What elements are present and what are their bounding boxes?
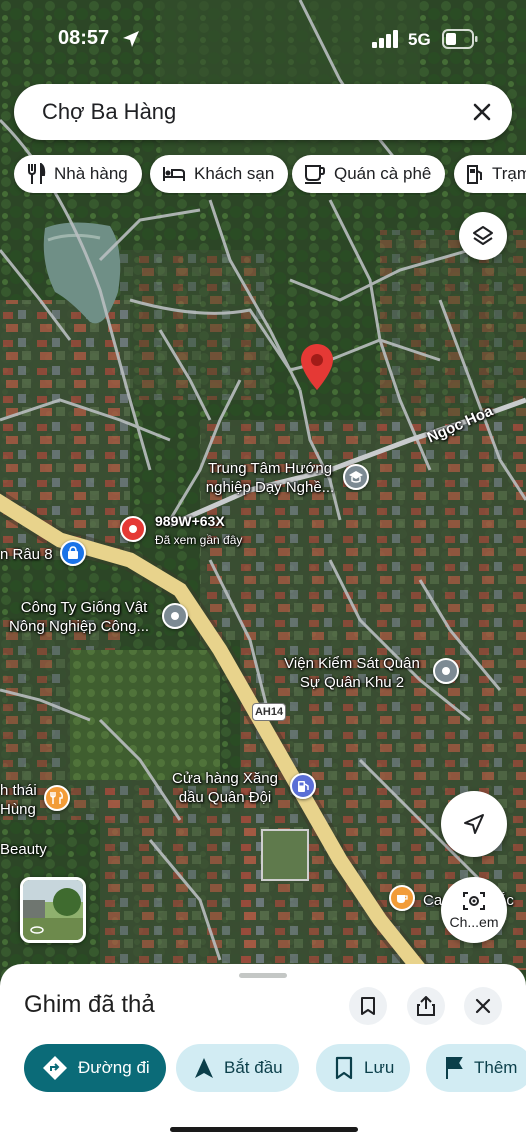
- start-label: Bắt đầu: [224, 1058, 283, 1077]
- flag-icon: [446, 1057, 463, 1079]
- chip-label: Quán cà phê: [334, 164, 432, 183]
- share-icon: [417, 996, 435, 1016]
- camera-lens-icon: [463, 892, 485, 910]
- training-center-line2: nghiệp Dạy Nghề...: [205, 479, 335, 496]
- recent-place-pin-icon[interactable]: [120, 516, 146, 542]
- gas-station-poi-icon[interactable]: [290, 773, 316, 799]
- sheet-drag-handle[interactable]: [239, 973, 287, 978]
- status-bar: 08:57 5G: [0, 0, 526, 80]
- rotate-360-icon: [30, 926, 44, 934]
- home-indicator: [170, 1127, 358, 1132]
- place-label-seed-company[interactable]: Công Ty Giống Vật Nông Nghiệp Công...: [0, 598, 158, 636]
- place-bottom-sheet[interactable]: Ghim đã thả Đường đi Bắt đầu Lưu Thêm: [0, 964, 526, 1142]
- place-label-procuracy[interactable]: Viện Kiểm Sát Quân Sự Quân Khu 2: [273, 654, 431, 692]
- search-bar[interactable]: Chợ Ba Hàng: [14, 84, 512, 140]
- fork-knife-icon: [28, 163, 46, 184]
- procuracy-line1: Viện Kiểm Sát Quân: [284, 655, 420, 672]
- place-label-plus-code[interactable]: 989W+63X Đã xem gần đây: [155, 512, 242, 550]
- share-button[interactable]: [407, 987, 445, 1025]
- seed-company-line1: Công Ty Giống Vật: [20, 599, 148, 616]
- chip-gas[interactable]: Trạm: [454, 155, 526, 193]
- place-label-rau8[interactable]: n Râu 8: [0, 545, 53, 564]
- dropped-pin-marker[interactable]: [301, 344, 333, 392]
- bookmark-icon: [335, 1056, 353, 1080]
- chip-cafes[interactable]: Quán cà phê: [292, 155, 446, 193]
- directions-button[interactable]: Đường đi: [24, 1044, 166, 1092]
- fuel-pump-icon: [467, 165, 482, 184]
- government-poi-icon[interactable]: [433, 658, 459, 684]
- seed-company-line2: Nông Nghiệp Công...: [8, 618, 150, 635]
- close-icon: [475, 998, 491, 1014]
- start-button[interactable]: Bắt đầu: [176, 1044, 299, 1092]
- chip-restaurants[interactable]: Nhà hàng: [14, 155, 142, 193]
- sheet-title: Ghim đã thả: [24, 991, 155, 1018]
- bed-icon: [163, 167, 185, 181]
- more-label: Thêm: [474, 1058, 518, 1077]
- battery-icon: [442, 29, 478, 49]
- close-icon[interactable]: [468, 98, 496, 126]
- chip-hotels[interactable]: Khách sạn: [150, 155, 289, 193]
- plus-code-line1: 989W+63X: [155, 513, 225, 529]
- school-poi-icon[interactable]: [343, 464, 369, 490]
- save-button[interactable]: Lưu: [316, 1044, 411, 1092]
- search-query-text[interactable]: Chợ Ba Hàng: [42, 99, 176, 125]
- more-button[interactable]: Thêm: [426, 1044, 526, 1092]
- directions-label: Đường đi: [78, 1058, 150, 1077]
- highway-shield: AH14: [252, 703, 286, 721]
- place-label-beauty[interactable]: Beauty: [0, 840, 47, 859]
- plus-code-line2: Đã xem gần đây: [155, 533, 243, 547]
- layers-button[interactable]: [459, 212, 507, 260]
- gas-station-line1: Cửa hàng Xăng: [172, 770, 278, 787]
- place-label-cafe[interactable]: Ca: [423, 891, 442, 910]
- close-sheet-button[interactable]: [464, 987, 502, 1025]
- save-bookmark-button[interactable]: [349, 987, 387, 1025]
- directions-icon: [43, 1056, 67, 1080]
- street-view-thumbnail[interactable]: [20, 877, 86, 943]
- chip-label: Trạm: [492, 164, 526, 183]
- chip-label: Nhà hàng: [54, 164, 128, 183]
- navigation-arrow-icon: [195, 1058, 213, 1078]
- category-chips: Nhà hàng Khách sạn Quán cà phê Trạm: [14, 155, 526, 195]
- gas-station-line2: dầu Quân Đội: [178, 789, 272, 806]
- restaurant-line1: h thái: [0, 782, 37, 799]
- restaurant-poi-icon[interactable]: [44, 785, 70, 811]
- clock: 08:57: [58, 27, 110, 49]
- location-arrow-icon: [123, 31, 139, 47]
- layers-icon: [473, 226, 493, 245]
- bookmark-icon: [361, 997, 375, 1015]
- search-by-image-label: Ch...em: [449, 914, 499, 930]
- coffee-cup-icon: [305, 165, 325, 184]
- restaurant-line2: Hùng: [0, 801, 36, 818]
- search-by-image-button[interactable]: Ch...em: [441, 877, 507, 943]
- my-location-button[interactable]: [441, 791, 507, 857]
- network-type: 5G: [408, 30, 431, 49]
- navigation-arrow-icon: [464, 814, 484, 834]
- chip-label: Khách sạn: [194, 164, 275, 183]
- place-label-restaurant[interactable]: h thái Hùng: [0, 781, 37, 819]
- place-label-gas-station[interactable]: Cửa hàng Xăng dầu Quân Đội: [160, 769, 290, 807]
- procuracy-line2: Sự Quân Khu 2: [299, 674, 405, 691]
- training-center-line1: Trung Tâm Hướng: [207, 460, 333, 477]
- place-label-training-center[interactable]: Trung Tâm Hướng nghiệp Dạy Nghề...: [195, 459, 345, 497]
- shopping-bag-poi-icon[interactable]: [60, 540, 86, 566]
- cafe-poi-icon[interactable]: [389, 885, 415, 911]
- signal-bars-icon: [372, 30, 398, 48]
- save-label: Lưu: [364, 1058, 395, 1077]
- place-poi-icon[interactable]: [162, 603, 188, 629]
